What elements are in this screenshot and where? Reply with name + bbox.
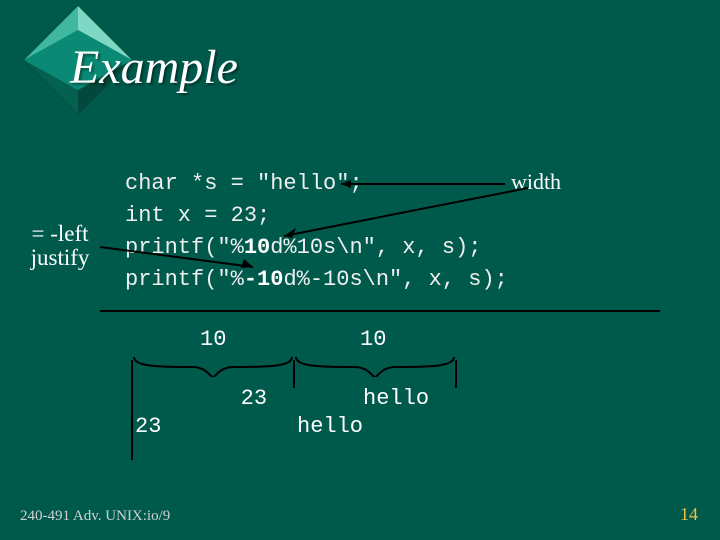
- col-line-1: [293, 360, 295, 388]
- output-row2-col2: hello: [297, 414, 363, 439]
- arrow-left-justify: [98, 245, 258, 275]
- output-row1-col2: hello: [297, 386, 429, 411]
- width-label-1: 10: [200, 327, 226, 352]
- code-l1-a: char *s =: [125, 171, 257, 196]
- brace-2: [294, 355, 456, 377]
- slide-title: Example: [70, 40, 238, 95]
- arrow-width-down: [278, 186, 538, 242]
- col-line-2: [455, 360, 457, 388]
- footer-right: 14: [680, 504, 698, 525]
- anno-left-justify: = -left justify: [20, 222, 100, 270]
- divider: [100, 310, 660, 312]
- col-line-0: [131, 360, 133, 460]
- width-label-2: 10: [360, 327, 386, 352]
- code-l4-c: d%-10s\n", x, s);: [283, 267, 507, 292]
- brace-1: [132, 355, 294, 377]
- footer-left: 240-491 Adv. UNIX:io/9: [20, 508, 170, 525]
- output-row2-col1: 23: [135, 414, 161, 439]
- code-l2: int x = 23;: [125, 203, 270, 228]
- output-row1-col1: 23: [135, 386, 267, 411]
